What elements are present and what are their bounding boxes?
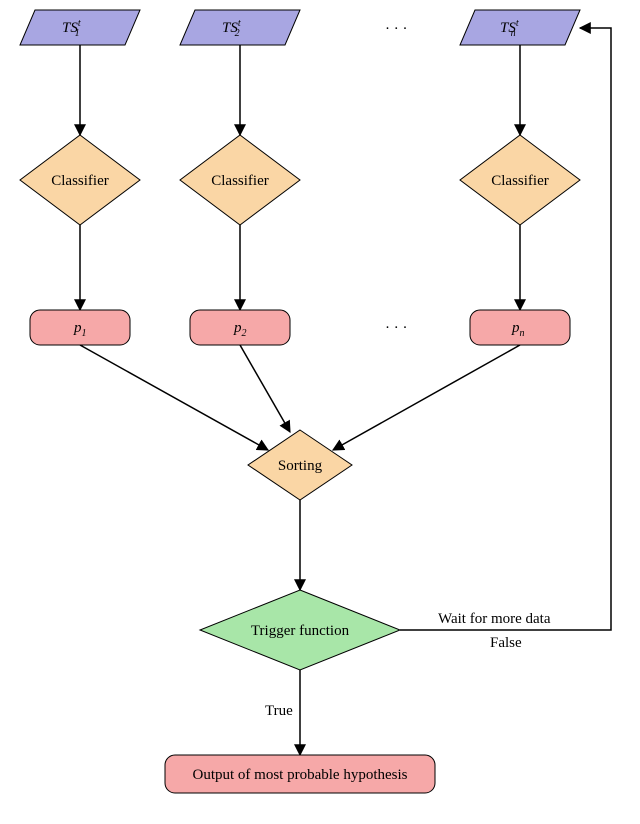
input-ts1: TSt1 (20, 10, 140, 45)
edge-p1-sort (80, 345, 268, 450)
classifier-1-label: Classifier (51, 173, 109, 189)
prob-pn: pn (470, 310, 570, 345)
output-label: Output of most probable hypothesis (193, 767, 408, 783)
p2-sub: 2 (242, 328, 247, 339)
classifier-n-label: Classifier (491, 173, 549, 189)
classifier-1: Classifier (20, 135, 140, 225)
ts2-sub: 2 (235, 28, 240, 39)
pn-sub: n (520, 328, 525, 339)
trigger-label: Trigger function (251, 623, 350, 639)
input-ts2: TSt2 (180, 10, 300, 45)
svg-text:TSt1: TSt1 (62, 18, 81, 39)
classifier-2: Classifier (180, 135, 300, 225)
prob-p2: p2 (190, 310, 290, 345)
false-label: False (490, 635, 522, 651)
input-tsn: TStn (460, 10, 580, 45)
trigger-function: Trigger function (200, 590, 400, 670)
wait-label: Wait for more data (438, 611, 551, 627)
sorting-label: Sorting (278, 458, 323, 474)
prob-p1: p1 (30, 310, 130, 345)
edge-p2-sort (240, 345, 290, 432)
tsn-sup: t (516, 18, 519, 29)
svg-text:TSt2: TSt2 (222, 18, 241, 39)
tsn-sub: n (511, 28, 516, 39)
ts1-sub: 1 (75, 28, 80, 39)
p1-sub: 1 (82, 328, 87, 339)
edge-pn-sort (333, 345, 520, 450)
dots-mid: · · · (385, 320, 408, 336)
classifier-n: Classifier (460, 135, 580, 225)
dots-top: · · · (385, 21, 408, 37)
classifier-2-label: Classifier (211, 173, 269, 189)
sorting: Sorting (248, 430, 352, 500)
flowchart: TSt1 TSt2 · · · TStn Classifier Classifi… (0, 0, 640, 824)
true-label: True (265, 703, 293, 719)
output: Output of most probable hypothesis (165, 755, 435, 793)
